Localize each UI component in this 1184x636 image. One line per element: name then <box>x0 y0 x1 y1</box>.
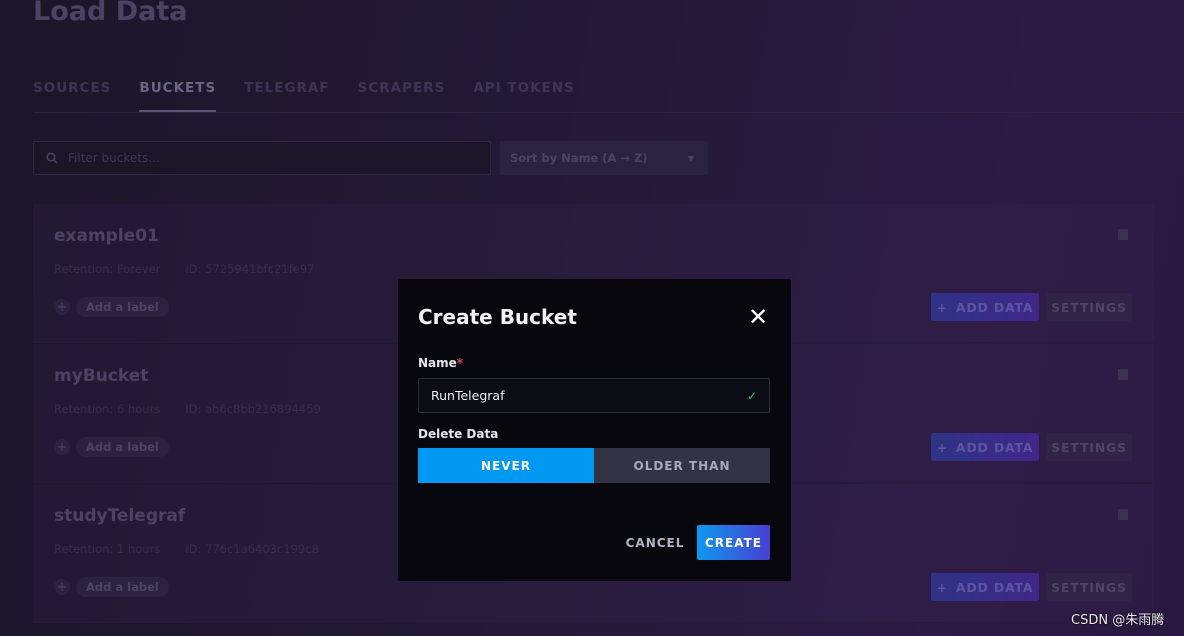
close-icon[interactable]: ✕ <box>748 305 768 329</box>
bucket-retention: Retention: 1 hours <box>54 542 161 556</box>
bucket-name[interactable]: myBucket <box>54 366 148 386</box>
watermark: CSDN @朱雨腾 <box>1071 613 1165 628</box>
add-label-button[interactable]: Add a label <box>76 577 169 597</box>
bucket-name-value: RunTelegraf <box>431 388 505 403</box>
plus-icon[interactable]: + <box>54 439 70 455</box>
search-icon <box>46 152 58 164</box>
tab-bar: SOURCES BUCKETS TELEGRAF SCRAPERS API TO… <box>33 80 575 112</box>
plus-icon: + <box>936 299 948 315</box>
add-label-button[interactable]: Add a label <box>76 437 169 457</box>
delete-data-label: Delete Data <box>418 427 499 441</box>
tab-buckets[interactable]: BUCKETS <box>139 80 217 112</box>
create-bucket-dialog: Create Bucket ✕ Name* RunTelegraf ✓ Delet… <box>398 279 791 581</box>
bucket-name-input[interactable]: RunTelegraf ✓ <box>418 378 770 413</box>
cancel-button[interactable]: CANCEL <box>620 525 690 560</box>
older-than-option[interactable]: OLDER THAN <box>594 448 770 483</box>
tab-api-tokens[interactable]: API TOKENS <box>473 80 574 112</box>
bucket-id: ID: ab6c8bb216894459 <box>185 402 321 416</box>
add-data-button[interactable]: + ADD DATA <box>931 293 1039 321</box>
filter-placeholder: Filter buckets... <box>68 151 160 165</box>
plus-icon[interactable]: + <box>54 299 70 315</box>
tab-divider <box>33 112 1184 113</box>
add-data-button[interactable]: + ADD DATA <box>931 573 1039 601</box>
trash-icon[interactable] <box>1118 229 1128 240</box>
sort-dropdown[interactable]: Sort by Name (A → Z) ▼ <box>500 141 708 175</box>
create-button[interactable]: CREATE <box>697 525 770 560</box>
name-label-text: Name <box>418 356 457 370</box>
add-data-button[interactable]: + ADD DATA <box>931 433 1039 461</box>
tab-sources[interactable]: SOURCES <box>33 80 111 112</box>
add-label-button[interactable]: Add a label <box>76 297 169 317</box>
delete-data-toggle: NEVER OLDER THAN <box>418 448 770 483</box>
bucket-name[interactable]: example01 <box>54 226 159 246</box>
plus-icon[interactable]: + <box>54 579 70 595</box>
add-data-label: ADD DATA <box>955 579 1034 595</box>
bucket-id: ID: 5725941bfc21fe97 <box>185 262 315 276</box>
check-icon: ✓ <box>746 388 757 403</box>
trash-icon[interactable] <box>1118 369 1128 380</box>
required-mark: * <box>456 356 464 370</box>
settings-button[interactable]: SETTINGS <box>1046 293 1132 321</box>
trash-icon[interactable] <box>1118 509 1128 520</box>
tab-scrapers[interactable]: SCRAPERS <box>358 80 446 112</box>
plus-icon: + <box>936 439 948 455</box>
never-option[interactable]: NEVER <box>418 448 594 483</box>
filter-buckets-input[interactable]: Filter buckets... <box>33 141 491 175</box>
bucket-retention: Retention: 6 hours <box>54 402 161 416</box>
settings-button[interactable]: SETTINGS <box>1046 573 1132 601</box>
add-data-label: ADD DATA <box>955 439 1034 455</box>
name-label: Name* <box>418 356 463 370</box>
sort-value: Sort by Name (A → Z) <box>510 151 648 165</box>
bucket-id: ID: 776c1a6403c199c8 <box>185 542 319 556</box>
bucket-retention: Retention: Forever <box>54 262 161 276</box>
settings-button[interactable]: SETTINGS <box>1046 433 1132 461</box>
page-title: Load Data <box>33 0 188 27</box>
add-data-label: ADD DATA <box>955 299 1034 315</box>
bucket-name[interactable]: studyTelegraf <box>54 506 185 526</box>
caret-down-icon: ▼ <box>687 153 694 163</box>
plus-icon: + <box>936 579 948 595</box>
dialog-title: Create Bucket <box>418 305 577 329</box>
tab-telegraf[interactable]: TELEGRAF <box>244 80 329 112</box>
